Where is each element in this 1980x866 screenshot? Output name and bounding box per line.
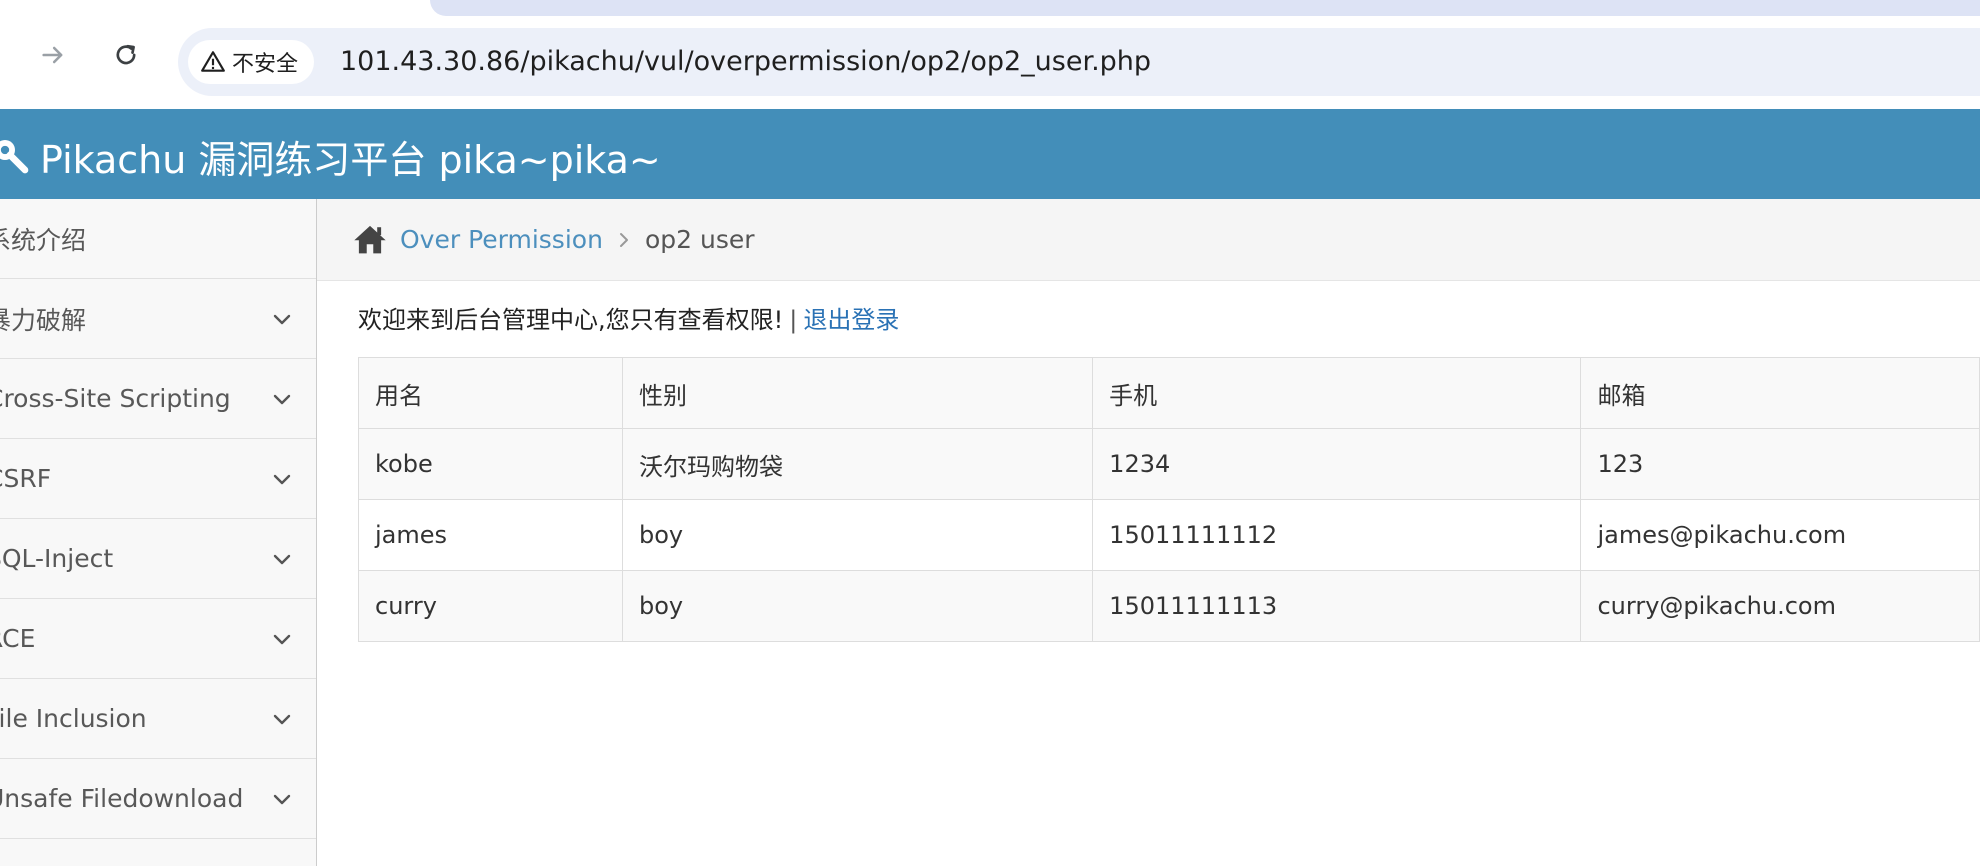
chevron-down-icon [273, 714, 291, 725]
brand-title[interactable]: Pikachu 漏洞练习平台 pika~pika~ [40, 129, 661, 184]
table-row: kobe 沃尔玛购物袋 1234 123 [358, 428, 1980, 500]
reload-icon [116, 44, 136, 65]
forward-arrow-icon [42, 46, 63, 64]
sidebar-item-csrf[interactable]: CSRF [0, 439, 316, 519]
cell-phone: 15011111112 [1092, 499, 1582, 571]
cell-phone: 1234 [1092, 428, 1582, 500]
security-label: 不安全 [232, 52, 299, 77]
cell-email: curry@pikachu.com [1580, 570, 1980, 642]
sidebar-item-intro[interactable]: 系统介绍 [0, 199, 316, 279]
cell-gender: boy [621, 499, 1094, 571]
column-header-gender: 性别 [621, 357, 1094, 429]
breadcrumb: Over Permission op2 user [317, 199, 1980, 281]
cell-username: james [358, 499, 623, 571]
sidebar-item-label: RCE [0, 624, 36, 653]
chevron-down-icon [273, 474, 291, 485]
sidebar-item-brute-force[interactable]: 暴力破解 [0, 279, 316, 359]
warning-icon [201, 51, 225, 72]
table-row: james boy 15011111112 james@pikachu.com [358, 499, 1980, 571]
cell-phone: 15011111113 [1092, 570, 1582, 642]
home-icon [354, 225, 386, 254]
welcome-separator: | [789, 306, 798, 334]
table-header-row: 用名 性别 手机 邮箱 [358, 357, 1980, 429]
breadcrumb-link-over-permission[interactable]: Over Permission [400, 225, 603, 254]
cell-username: curry [358, 570, 623, 642]
chevron-down-icon [273, 554, 291, 565]
forward-button[interactable] [36, 38, 70, 72]
sidebar-item-label: 暴力破解 [0, 305, 87, 335]
cell-email: james@pikachu.com [1580, 499, 1980, 571]
cell-email: 123 [1580, 428, 1980, 500]
table-row: curry boy 15011111113 curry@pikachu.com [358, 570, 1980, 642]
column-header-username: 用名 [358, 357, 623, 429]
sidebar-item-label: Cross-Site Scripting [0, 384, 231, 413]
reload-button[interactable] [109, 38, 143, 72]
cell-gender: 沃尔玛购物袋 [621, 428, 1094, 500]
chevron-right-icon [620, 233, 628, 247]
cell-gender: boy [621, 570, 1094, 642]
user-table: 用名 性别 手机 邮箱 kobe 沃尔玛购物袋 1234 123 james b… [358, 357, 1980, 642]
sidebar-item-label: CSRF [0, 464, 52, 493]
sidebar-item-label: File Inclusion [0, 704, 147, 733]
sidebar-item-sql-inject[interactable]: SQL-Inject [0, 519, 316, 599]
site-info-chip[interactable]: 不安全 [188, 40, 315, 84]
cell-username: kobe [358, 428, 623, 500]
sidebar-item-xss[interactable]: Cross-Site Scripting [0, 359, 316, 439]
sidebar-item-file-inclusion[interactable]: File Inclusion [0, 679, 316, 759]
breadcrumb-current: op2 user [645, 225, 755, 254]
chevron-down-icon [273, 314, 291, 325]
sidebar-item-label: Unsafe Filedownload [0, 784, 244, 813]
welcome-text: 欢迎来到后台管理中心,您只有查看权限! [358, 306, 784, 334]
sidebar-item-unsafe-filedownload[interactable]: Unsafe Filedownload [0, 759, 316, 839]
tab-strip [430, 0, 1980, 16]
chevron-down-icon [273, 794, 291, 805]
wrench-icon [0, 140, 29, 174]
sidebar-item-rce[interactable]: RCE [0, 599, 316, 679]
sidebar-item-label: 系统介绍 [0, 225, 87, 255]
column-header-phone: 手机 [1092, 357, 1582, 429]
sidebar: 系统介绍 暴力破解 Cross-Site Scripting CSRF SQL-… [0, 199, 317, 866]
browser-toolbar: 不安全 101.43.30.86/pikachu/vul/overpermiss… [0, 0, 1980, 109]
welcome-message: 欢迎来到后台管理中心,您只有查看权限! | 退出登录 [358, 300, 899, 335]
app-header: Pikachu 漏洞练习平台 pika~pika~ [0, 109, 1980, 199]
chevron-down-icon [273, 634, 291, 645]
column-header-email: 邮箱 [1580, 357, 1980, 429]
address-bar[interactable]: 不安全 101.43.30.86/pikachu/vul/overpermiss… [178, 28, 1980, 96]
chevron-down-icon [273, 394, 291, 405]
url-text[interactable]: 101.43.30.86/pikachu/vul/overpermission/… [340, 46, 1151, 77]
sidebar-item-label: SQL-Inject [0, 544, 114, 573]
logout-link[interactable]: 退出登录 [803, 306, 899, 334]
